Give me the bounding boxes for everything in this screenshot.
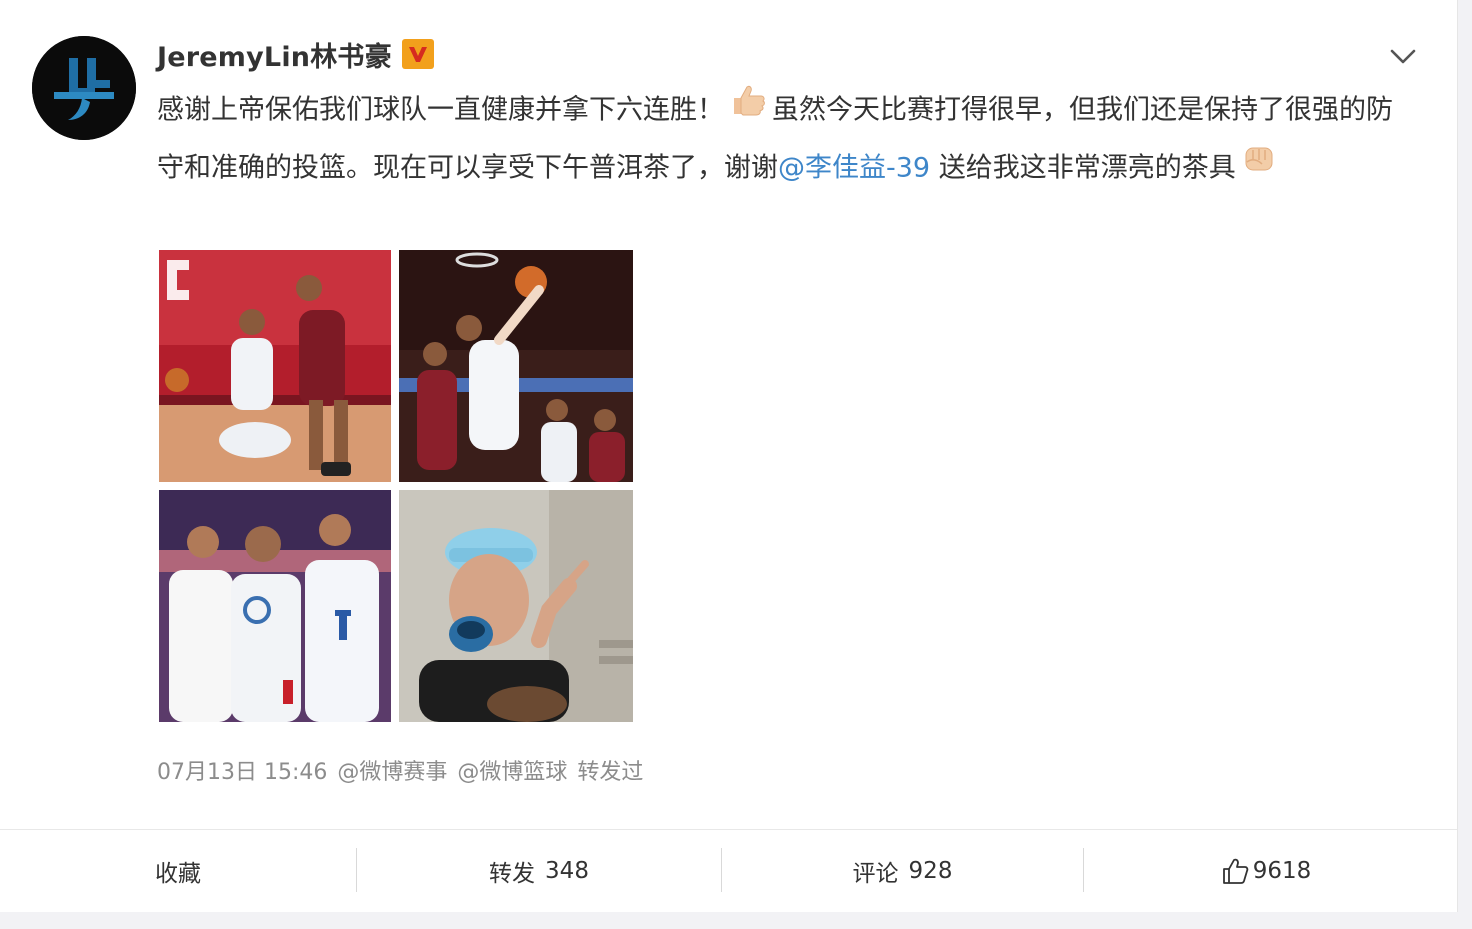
comment-button[interactable]: 评论 928 xyxy=(722,830,1083,912)
forwarded-suffix: 转发过 xyxy=(577,760,644,785)
post-time[interactable]: 07月13日 15:46 xyxy=(157,754,327,786)
verified-v-icon xyxy=(401,39,434,69)
weibo-post-card: JeremyLin林书豪 感谢上帝保佑我们球队一直健康并拿下六连胜！ 虽然今天比赛… xyxy=(0,0,1458,912)
post-text-part-3: 送给我这非常漂亮的茶具 xyxy=(930,152,1236,184)
mention-link[interactable]: @李佳益-39 xyxy=(778,153,930,184)
forwarded-by-1[interactable]: @微博赛事 xyxy=(337,754,447,786)
user-header: JeremyLin林书豪 xyxy=(157,34,434,74)
photo-4[interactable] xyxy=(399,490,633,722)
forward-label: 转发 xyxy=(489,861,536,887)
thumb-up-outline-icon xyxy=(1222,858,1249,884)
like-count: 9618 xyxy=(1252,858,1312,884)
favorite-button[interactable]: 收藏 xyxy=(0,830,356,912)
forwarded-by-2[interactable]: @微博篮球 xyxy=(457,754,567,786)
post-text-part-1: 感谢上帝保佑我们球队一直健康并拿下六连胜！ xyxy=(157,94,724,126)
action-bar: 收藏 转发 348 评论 928 9618 xyxy=(0,829,1457,912)
post-meta: 07月13日 15:46 @微博赛事 @微博篮球 转发过 xyxy=(157,754,643,786)
photo-grid xyxy=(159,250,633,722)
forward-button[interactable]: 转发 348 xyxy=(357,830,721,912)
comment-count: 928 xyxy=(908,858,953,884)
avatar[interactable] xyxy=(32,36,136,140)
fist-bump-icon xyxy=(1242,140,1278,192)
jl-logo-icon xyxy=(32,36,136,140)
like-button[interactable]: 9618 xyxy=(1084,830,1448,912)
favorite-label: 收藏 xyxy=(155,861,201,887)
thumbs-up-icon xyxy=(730,82,766,134)
photo-1[interactable] xyxy=(159,250,391,482)
username[interactable]: JeremyLin林书豪 xyxy=(157,35,392,74)
photo-2[interactable] xyxy=(399,250,633,482)
forward-count: 348 xyxy=(545,858,589,884)
chevron-down-icon[interactable] xyxy=(1386,42,1420,70)
photo-3[interactable] xyxy=(159,490,391,722)
post-text: 感谢上帝保佑我们球队一直健康并拿下六连胜！ 虽然今天比赛打得很早，但我们还是保持了… xyxy=(157,82,1417,198)
comment-label: 评论 xyxy=(852,861,899,887)
